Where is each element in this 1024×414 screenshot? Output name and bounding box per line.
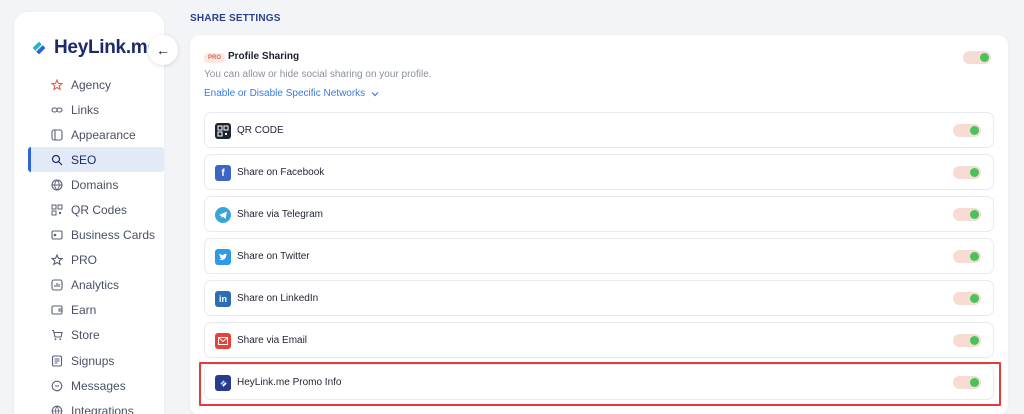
- sidebar-item-store[interactable]: Store: [28, 323, 164, 348]
- sidebar-item-links[interactable]: Links: [28, 97, 164, 122]
- sidebar-item-earn[interactable]: Earn: [28, 298, 164, 323]
- qr-icon: [51, 204, 63, 216]
- qr-code-icon: [215, 123, 231, 139]
- sidebar-item-label: SEO: [71, 152, 97, 167]
- sidebar-item-label: Signups: [71, 353, 115, 368]
- message-icon: [51, 380, 63, 391]
- sidebar-item-label: PRO: [71, 253, 98, 268]
- network-row-facebook: f Share on Facebook: [204, 154, 994, 190]
- network-row-heylink-promo: HeyLink.me Promo Info: [204, 364, 994, 400]
- sidebar-item-label: Messages: [71, 378, 126, 393]
- sidebar-item-integrations[interactable]: Integrations: [28, 398, 164, 414]
- sidebar-nav: Agency Links Appearance SEO Domains QR C…: [28, 72, 164, 414]
- network-label: Share on LinkedIn: [237, 293, 319, 304]
- collapse-sidebar-button[interactable]: ←: [148, 35, 178, 65]
- toggle-knob: [970, 336, 979, 345]
- form-icon: [51, 354, 63, 367]
- network-row-linkedin: in Share on LinkedIn: [204, 280, 994, 316]
- sidebar-item-pro[interactable]: PRO: [28, 248, 164, 273]
- sidebar-item-label: Analytics: [71, 278, 120, 293]
- sidebar-item-qr-codes[interactable]: QR Codes: [28, 197, 164, 222]
- sidebar-item-label: QR Codes: [71, 202, 128, 217]
- sidebar-item-seo[interactable]: SEO: [28, 147, 164, 173]
- profile-sharing-toggle[interactable]: [963, 51, 991, 64]
- sidebar-item-label: Appearance: [71, 127, 136, 142]
- network-label: Share on Facebook: [237, 167, 325, 178]
- profile-sharing-title: Profile Sharing: [228, 51, 300, 62]
- email-icon: [215, 333, 231, 349]
- sidebar: HeyLink.me Agency Links Appearance SEO D…: [14, 12, 164, 414]
- toggle-knob: [970, 210, 979, 219]
- sidebar-item-label: Links: [71, 102, 100, 117]
- network-label: HeyLink.me Promo Info: [237, 377, 342, 388]
- seo-icon: [51, 154, 63, 166]
- toggle-knob: [970, 378, 979, 387]
- heylink-icon: [215, 375, 231, 391]
- arrow-left-icon: ←: [156, 42, 170, 58]
- profile-sharing-description: You can allow or hide social sharing on …: [204, 69, 432, 80]
- chevron-down-icon: [371, 91, 379, 96]
- network-label: Share via Telegram: [237, 209, 323, 220]
- network-label: Share on Twitter: [237, 251, 310, 262]
- wallet-icon: [51, 305, 63, 315]
- sidebar-item-label: Agency: [71, 77, 112, 92]
- link-icon: [51, 107, 63, 113]
- globe-icon: [51, 179, 63, 191]
- crown-icon: [51, 254, 63, 266]
- sidebar-item-business-cards[interactable]: Business Cards: [28, 223, 164, 248]
- toggle-knob: [970, 126, 979, 135]
- sidebar-item-label: Earn: [71, 303, 97, 318]
- pro-badge: PRO: [204, 53, 226, 63]
- network-row-twitter: Share on Twitter: [204, 238, 994, 274]
- network-toggle[interactable]: [953, 376, 981, 389]
- network-toggle[interactable]: [953, 124, 981, 137]
- toggle-knob: [980, 53, 989, 62]
- plug-icon: [51, 405, 63, 414]
- network-row-email: Share via Email: [204, 322, 994, 358]
- network-label: Share via Email: [237, 335, 308, 346]
- network-row-qr-code: QR CODE: [204, 112, 994, 148]
- heylink-logo-icon: [32, 41, 46, 55]
- sidebar-item-analytics[interactable]: Analytics: [28, 273, 164, 298]
- sidebar-item-messages[interactable]: Messages: [28, 373, 164, 398]
- twitter-icon: [215, 249, 231, 265]
- sidebar-item-agency[interactable]: Agency: [28, 72, 164, 97]
- sidebar-item-label: Domains: [71, 177, 119, 192]
- logo[interactable]: HeyLink.me: [28, 34, 158, 62]
- facebook-icon: f: [215, 165, 231, 181]
- networks-toggle-link[interactable]: Enable or Disable Specific Networks: [204, 88, 379, 99]
- sidebar-item-label: Business Cards: [71, 228, 156, 243]
- sidebar-item-appearance[interactable]: Appearance: [28, 122, 164, 147]
- toggle-knob: [970, 252, 979, 261]
- network-toggle[interactable]: [953, 292, 981, 305]
- sidebar-item-label: Integrations: [71, 403, 134, 414]
- networks-link-label: Enable or Disable Specific Networks: [204, 88, 366, 99]
- toggle-knob: [970, 168, 979, 177]
- network-label: QR CODE: [237, 125, 284, 136]
- network-toggle[interactable]: [953, 208, 981, 221]
- telegram-icon: [215, 207, 231, 223]
- logo-text: HeyLink.me: [54, 37, 158, 58]
- sidebar-item-signups[interactable]: Signups: [28, 348, 164, 373]
- network-toggle[interactable]: [953, 334, 981, 347]
- section-title: SHARE SETTINGS: [190, 13, 281, 24]
- cart-icon: [52, 330, 63, 341]
- network-toggle[interactable]: [953, 166, 981, 179]
- chart-icon: [51, 279, 63, 291]
- id-card-icon: [51, 230, 63, 240]
- network-row-telegram: Share via Telegram: [204, 196, 994, 232]
- share-settings-card: PRO Profile Sharing You can allow or hid…: [190, 35, 1008, 414]
- toggle-knob: [970, 294, 979, 303]
- linkedin-icon: in: [215, 291, 231, 307]
- sidebar-item-domains[interactable]: Domains: [28, 172, 164, 197]
- star-icon: [51, 78, 63, 91]
- sidebar-item-label: Store: [71, 328, 100, 343]
- network-toggle[interactable]: [953, 250, 981, 263]
- palette-icon: [51, 129, 63, 141]
